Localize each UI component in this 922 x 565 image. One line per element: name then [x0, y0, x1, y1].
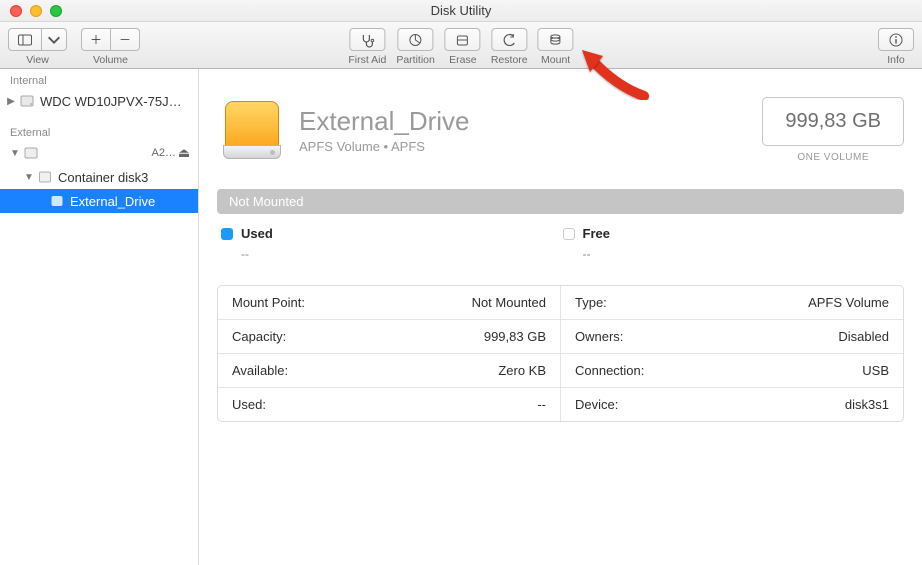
- info-value: --: [537, 397, 546, 412]
- erase-icon: [455, 32, 471, 48]
- disclosure-triangle-icon[interactable]: ▼: [8, 148, 22, 159]
- view-mode-button[interactable]: [8, 28, 42, 51]
- free-label: Free: [583, 226, 610, 241]
- partition-button[interactable]: [398, 28, 434, 51]
- disclosure-triangle-icon[interactable]: ▶: [4, 96, 18, 107]
- volume-add-button[interactable]: ＋: [81, 28, 111, 51]
- pie-icon: [408, 32, 424, 48]
- volume-large-icon: [223, 101, 281, 159]
- restore-label: Restore: [491, 54, 528, 66]
- volume-name: External_Drive: [299, 106, 470, 137]
- mount-label: Mount: [541, 54, 570, 66]
- info-value: Disabled: [838, 329, 889, 344]
- free-value: --: [583, 247, 905, 261]
- info-value: APFS Volume: [808, 295, 889, 310]
- info-value: USB: [862, 363, 889, 378]
- info-value: disk3s1: [845, 397, 889, 412]
- info-key: Used:: [232, 397, 266, 412]
- used-label: Used: [241, 226, 273, 241]
- sidebar: Internal ▶ WDC WD10JPVX-75J… External ▼ …: [0, 69, 199, 565]
- sidebar-item-external-volume[interactable]: External_Drive: [0, 189, 198, 213]
- hdd-icon: [18, 92, 36, 110]
- sidebar-layout-icon: [17, 32, 33, 48]
- container-icon: [36, 168, 54, 186]
- disclosure-triangle-icon[interactable]: ▼: [22, 172, 36, 183]
- sidebar-item-label: WDC WD10JPVX-75J…: [40, 94, 192, 109]
- sidebar-item-label: Container disk3: [58, 170, 192, 185]
- info-table: Mount Point: Not Mounted Type: APFS Volume…: [217, 285, 904, 422]
- volume-size: 999,83 GB: [762, 97, 904, 146]
- detail-pane: External_Drive APFS Volume • APFS 999,83…: [199, 69, 922, 565]
- sidebar-section-internal: Internal: [0, 69, 198, 89]
- status-bar: Not Mounted: [217, 189, 904, 214]
- sidebar-item-container[interactable]: ▼ Container disk3: [0, 165, 198, 189]
- eject-icon[interactable]: ⏏: [176, 145, 192, 161]
- toolbar: View ＋ － Volume First Aid Partition Eras…: [0, 22, 922, 69]
- first-aid-label: First Aid: [348, 54, 386, 66]
- erase-label: Erase: [449, 54, 476, 66]
- restore-icon: [501, 32, 517, 48]
- used-swatch: [221, 228, 233, 240]
- external-hdd-icon: [22, 144, 40, 162]
- info-key: Owners:: [575, 329, 623, 344]
- info-icon: [888, 32, 904, 48]
- view-label: View: [26, 54, 49, 66]
- free-swatch: [563, 228, 575, 240]
- volume-icon: [48, 192, 66, 210]
- partition-label: Partition: [396, 54, 435, 66]
- sidebar-item-internal-disk[interactable]: ▶ WDC WD10JPVX-75J…: [0, 89, 198, 113]
- info-button[interactable]: [878, 28, 914, 51]
- mount-icon: [548, 32, 564, 48]
- sidebar-item-label: External_Drive: [70, 194, 192, 209]
- volume-size-label: ONE VOLUME: [762, 152, 904, 163]
- info-key: Mount Point:: [232, 295, 305, 310]
- info-label: Info: [887, 54, 905, 66]
- view-dropdown-button[interactable]: [42, 28, 67, 51]
- window-title: Disk Utility: [0, 3, 922, 18]
- first-aid-button[interactable]: [349, 28, 385, 51]
- info-value: Zero KB: [498, 363, 546, 378]
- erase-button[interactable]: [445, 28, 481, 51]
- stethoscope-icon: [359, 32, 375, 48]
- chevron-down-icon: [46, 32, 62, 48]
- info-key: Device:: [575, 397, 618, 412]
- used-value: --: [241, 247, 563, 261]
- info-key: Type:: [575, 295, 607, 310]
- info-key: Connection:: [575, 363, 644, 378]
- volume-label: Volume: [93, 54, 128, 66]
- mount-button[interactable]: [538, 28, 574, 51]
- info-value: 999,83 GB: [484, 329, 546, 344]
- sidebar-item-external-disk[interactable]: ▼ A2… ⏏: [0, 141, 198, 165]
- info-value: Not Mounted: [472, 295, 546, 310]
- info-key: Available:: [232, 363, 288, 378]
- sidebar-section-external: External: [0, 121, 198, 141]
- titlebar: Disk Utility: [0, 0, 922, 22]
- volume-remove-button[interactable]: －: [111, 28, 140, 51]
- sidebar-item-label: A2…: [152, 147, 176, 159]
- restore-button[interactable]: [491, 28, 527, 51]
- volume-subtitle: APFS Volume • APFS: [299, 139, 470, 154]
- info-key: Capacity:: [232, 329, 286, 344]
